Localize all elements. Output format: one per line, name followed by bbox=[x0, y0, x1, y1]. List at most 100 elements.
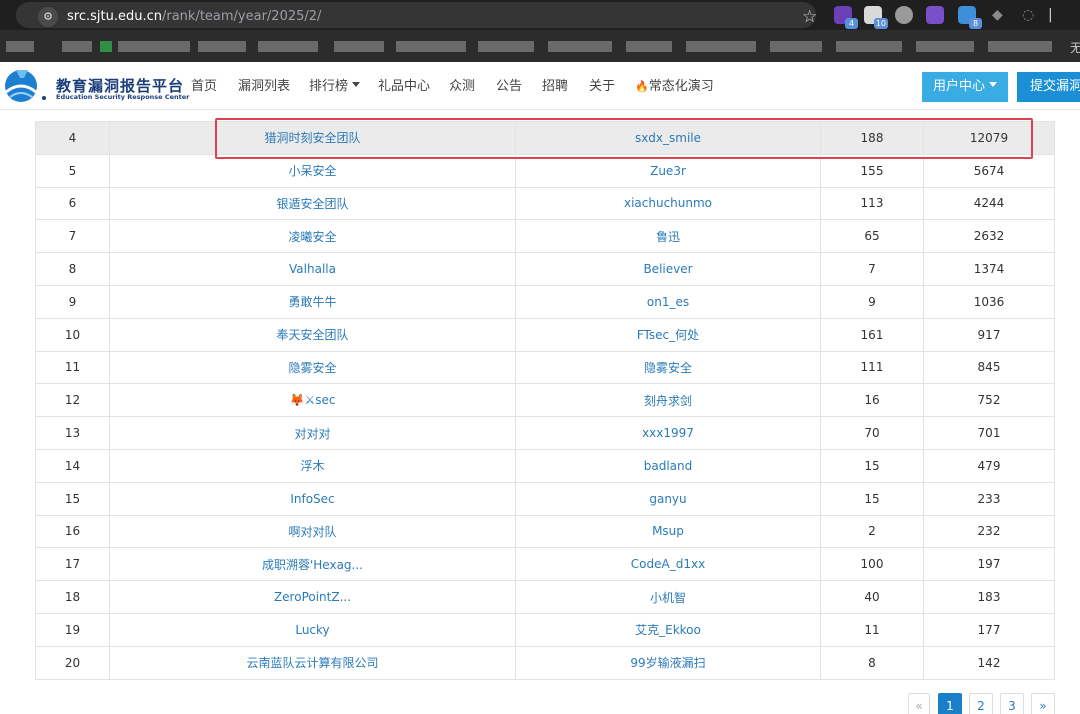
rank-cell: 17 bbox=[35, 547, 110, 582]
url-text[interactable]: src.sjtu.edu.cn/rank/team/year/2025/2/ bbox=[67, 9, 321, 25]
extension-icon[interactable]: 4 bbox=[834, 6, 858, 29]
bookmark-item[interactable] bbox=[6, 41, 34, 52]
bookmark-item[interactable] bbox=[626, 41, 672, 52]
bookmark-item[interactable] bbox=[198, 41, 246, 52]
team-leader-link[interactable]: Zue3r bbox=[515, 153, 821, 188]
pagination-page-2[interactable]: 2 bbox=[969, 693, 993, 714]
team-name-link[interactable]: 浮木 bbox=[109, 448, 516, 483]
team-leader-link[interactable]: on1_es bbox=[515, 284, 821, 319]
bookmark-star-icon[interactable]: ☆ bbox=[802, 6, 817, 28]
score-cell: 233 bbox=[923, 481, 1055, 516]
score-cell: 12079 bbox=[923, 121, 1055, 155]
team-name-link[interactable]: 成职溯蓉'Hexag... bbox=[109, 547, 516, 582]
vuln-count-cell: 65 bbox=[820, 219, 924, 254]
submit-vuln-button[interactable]: 提交漏洞 bbox=[1017, 72, 1080, 102]
url-field[interactable]: ⚙ src.sjtu.edu.cn/rank/team/year/2025/2/… bbox=[16, 2, 817, 28]
team-leader-link[interactable]: badland bbox=[515, 448, 821, 483]
nav-gift-center[interactable]: 礼品中心 bbox=[378, 78, 430, 96]
team-name-link[interactable]: 啊对对队 bbox=[109, 514, 516, 549]
bookmark-item[interactable] bbox=[334, 41, 384, 52]
bookmark-overflow-label[interactable]: 无 bbox=[1070, 39, 1080, 56]
team-name-link[interactable]: 隐雾安全 bbox=[109, 350, 516, 385]
bookmark-item[interactable] bbox=[770, 41, 822, 52]
pagination-prev-button[interactable]: « bbox=[908, 693, 930, 714]
pagination-page-3[interactable]: 3 bbox=[1000, 693, 1024, 714]
team-leader-link[interactable]: 99岁输液漏扫 bbox=[515, 645, 821, 680]
rank-cell: 5 bbox=[35, 153, 110, 188]
extension-icon[interactable]: 8 bbox=[958, 6, 982, 29]
user-center-button[interactable]: 用户中心 bbox=[922, 72, 1008, 102]
team-name-link[interactable]: 奉天安全团队 bbox=[109, 317, 516, 352]
team-name-link[interactable]: Lucky bbox=[109, 612, 516, 647]
rank-cell: 18 bbox=[35, 580, 110, 614]
nav-ranking[interactable]: 排行榜 bbox=[309, 78, 361, 96]
table-row: 12 🦊⚔sec 刻舟求剑 16 752 bbox=[35, 383, 1055, 418]
team-name-link[interactable]: 勇敢牛牛 bbox=[109, 284, 516, 319]
team-name-link[interactable]: 银遁安全团队 bbox=[109, 186, 516, 221]
chevron-down-icon bbox=[989, 82, 997, 87]
pagination-page-1[interactable]: 1 bbox=[938, 693, 962, 714]
table-row: 19 Lucky 艾克_Ekkoo 11 177 bbox=[35, 612, 1055, 647]
team-leader-link[interactable]: ganyu bbox=[515, 481, 821, 516]
bookmark-item[interactable] bbox=[988, 41, 1052, 52]
extension-icon[interactable]: 10 bbox=[864, 6, 888, 29]
team-leader-link[interactable]: CodeA_d1xx bbox=[515, 547, 821, 582]
url-host: src.sjtu.edu.cn bbox=[67, 9, 162, 24]
team-name-link[interactable]: 小呆安全 bbox=[109, 153, 516, 188]
nav-crowd-test[interactable]: 众测 bbox=[449, 78, 475, 96]
bookmark-item[interactable] bbox=[916, 41, 974, 52]
bookmark-item[interactable] bbox=[396, 41, 466, 52]
team-name-link[interactable]: 凌曦安全 bbox=[109, 219, 516, 254]
bookmark-item[interactable] bbox=[836, 41, 902, 52]
vuln-count-cell: 188 bbox=[820, 121, 924, 155]
team-name-link[interactable]: InfoSec bbox=[109, 481, 516, 516]
team-leader-link[interactable]: 小机智 bbox=[515, 580, 821, 614]
nav-vuln-list[interactable]: 漏洞列表 bbox=[238, 78, 290, 96]
rank-cell: 13 bbox=[35, 416, 110, 450]
nav-about[interactable]: 关于 bbox=[589, 78, 615, 96]
score-cell: 232 bbox=[923, 514, 1055, 549]
site-settings-icon[interactable]: ⚙ bbox=[38, 7, 58, 27]
team-leader-link[interactable]: 隐雾安全 bbox=[515, 350, 821, 385]
team-leader-link[interactable]: xxx1997 bbox=[515, 416, 821, 450]
team-leader-link[interactable]: Msup bbox=[515, 514, 821, 549]
logo-subtitle: Education Security Response Center bbox=[56, 93, 190, 101]
score-cell: 142 bbox=[923, 645, 1055, 680]
team-leader-link[interactable]: 鲁迅 bbox=[515, 219, 821, 254]
nav-drill[interactable]: 🔥常态化演习 bbox=[635, 78, 714, 96]
team-leader-link[interactable]: FTsec_何处 bbox=[515, 317, 821, 352]
nav-recruit[interactable]: 招聘 bbox=[542, 78, 568, 96]
bookmark-item[interactable] bbox=[686, 41, 756, 52]
bookmark-item[interactable] bbox=[548, 41, 612, 52]
bookmark-item[interactable] bbox=[118, 41, 190, 52]
logo-icon[interactable] bbox=[2, 66, 50, 106]
ranking-table: 4 猎洞时刻安全团队 sxdx_smile 188 12079 5 小呆安全 Zue3r 155… bbox=[35, 121, 1055, 680]
vuln-count-cell: 70 bbox=[820, 416, 924, 450]
team-leader-link[interactable]: Believer bbox=[515, 252, 821, 286]
extension-icon[interactable] bbox=[926, 6, 944, 24]
extension-icon[interactable] bbox=[895, 6, 913, 24]
team-name-link[interactable]: Valhalla bbox=[109, 252, 516, 286]
team-leader-link[interactable]: 艾克_Ekkoo bbox=[515, 612, 821, 647]
extension-icon[interactable]: ◌ bbox=[1022, 6, 1034, 24]
bookmark-item[interactable] bbox=[478, 41, 534, 52]
team-leader-link[interactable]: sxdx_smile bbox=[515, 121, 821, 155]
team-leader-link[interactable]: xiachuchunmo bbox=[515, 186, 821, 221]
rank-cell: 6 bbox=[35, 186, 110, 221]
nav-notice[interactable]: 公告 bbox=[496, 78, 522, 96]
bookmark-item[interactable] bbox=[62, 41, 92, 52]
team-name-link[interactable]: 猎洞时刻安全团队 bbox=[109, 121, 516, 155]
team-name-link[interactable]: 对对对 bbox=[109, 416, 516, 450]
team-name-link[interactable]: 🦊⚔sec bbox=[109, 383, 516, 418]
team-name-link[interactable]: ZeroPointZ... bbox=[109, 580, 516, 614]
nav-home[interactable]: 首页 bbox=[191, 78, 217, 96]
table-row: 17 成职溯蓉'Hexag... CodeA_d1xx 100 197 bbox=[35, 547, 1055, 582]
pagination-next-button[interactable]: » bbox=[1031, 693, 1055, 714]
table-row: 5 小呆安全 Zue3r 155 5674 bbox=[35, 153, 1055, 188]
profile-separator-icon: | bbox=[1048, 7, 1053, 23]
bookmark-item[interactable] bbox=[258, 41, 318, 52]
team-leader-link[interactable]: 刻舟求剑 bbox=[515, 383, 821, 418]
team-name-link[interactable]: 云南蓝队云计算有限公司 bbox=[109, 645, 516, 680]
extension-icon[interactable]: ◆ bbox=[992, 6, 1003, 24]
bookmark-item[interactable] bbox=[100, 41, 112, 52]
